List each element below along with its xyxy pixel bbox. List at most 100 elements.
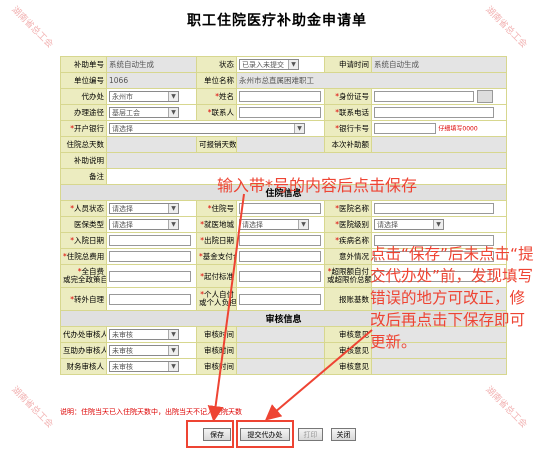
hospital-level-select[interactable]: 请选择 ▼ — [374, 219, 444, 230]
chevron-down-icon: ▼ — [294, 124, 304, 133]
label-discharge-date: *出院日期 — [196, 232, 237, 249]
total-days-value — [106, 136, 197, 153]
label-apply-time: 申请时间 — [324, 56, 372, 73]
id-card-button[interactable] — [477, 90, 493, 103]
audit-opinion-3-value — [371, 358, 507, 375]
annotation-save-hint: 输入带*号的内容后点击保存 — [217, 176, 418, 195]
print-button[interactable]: 打印 — [298, 428, 323, 441]
chevron-down-icon: ▼ — [288, 60, 298, 69]
label-finance-auditor: 财务审核人 — [60, 358, 107, 375]
unit-no-value: 1066 — [106, 72, 197, 89]
status-select[interactable]: 已录入未提交 ▼ — [239, 59, 299, 70]
label-channel: 办理途径 — [60, 104, 107, 121]
bank-select[interactable]: 请选择 ▼ — [109, 123, 305, 134]
label-bank-card: *银行卡号 — [324, 120, 372, 137]
label-audit-opinion-2: 审核意见 — [324, 342, 372, 359]
annotation-edit-hint: 点击“保存”后未点击“提交代办处”前，发现填写错误的地方可改正，修改后再点击下保… — [370, 245, 534, 351]
discharge-date-input[interactable] — [239, 235, 321, 246]
label-mutual-auditor: 互助办审核人 — [60, 342, 107, 359]
label-audit-time-3: 审核时间 — [196, 358, 237, 375]
label-over-limit: *超限额自付 或超限价总额 — [324, 264, 372, 288]
personal-pay-input[interactable] — [239, 293, 321, 305]
phone-input[interactable] — [374, 107, 494, 118]
label-id-card: *身份证号 — [324, 88, 372, 105]
label-accident: 意外情况 — [324, 248, 372, 265]
audit-time-2-value — [236, 342, 325, 359]
label-name: *姓名 — [196, 88, 237, 105]
label-personal-pay: *个人自付 或个人负担 — [196, 287, 237, 311]
label-status: 状态 — [196, 56, 237, 73]
label-self-pay: *全自费或完全政策自付 — [60, 264, 107, 288]
finance-auditor-select[interactable]: 未审核 ▼ — [109, 361, 179, 372]
reimbursable-days-value — [236, 136, 325, 153]
chevron-down-icon: ▼ — [168, 204, 178, 213]
subsidy-no-value: 系统自动生成 — [106, 56, 197, 73]
hospital-name-input[interactable] — [374, 203, 494, 214]
admit-date-input[interactable] — [109, 235, 191, 246]
label-reimbursable-days: 可报销天数 — [196, 136, 237, 153]
label-audit-opinion-3: 审核意见 — [324, 358, 372, 375]
hospital-no-input[interactable] — [239, 203, 321, 214]
mutual-auditor-select[interactable]: 未审核 ▼ — [109, 345, 179, 356]
label-agency: 代办处 — [60, 88, 107, 105]
bank-card-hint: 仔细填写0000 — [438, 125, 478, 133]
agency-select[interactable]: 永州市 ▼ — [109, 91, 179, 102]
chevron-down-icon: ▼ — [298, 220, 308, 229]
label-person-status: *人员状态 — [60, 200, 107, 217]
label-total-days: 住院总天数 — [60, 136, 107, 153]
label-remarks: 备注 — [60, 168, 107, 185]
channel-select[interactable]: 基层工会 ▼ — [109, 107, 179, 118]
submit-to-agency-button[interactable]: 提交代办处 — [240, 428, 290, 441]
contact-input[interactable] — [239, 107, 321, 118]
chevron-down-icon: ▼ — [168, 220, 178, 229]
chevron-down-icon: ▼ — [168, 108, 178, 117]
person-status-select[interactable]: 请选择 ▼ — [109, 203, 179, 214]
label-disease-name: *疾病名称 — [324, 232, 372, 249]
name-input[interactable] — [239, 91, 321, 102]
label-agency-auditor: 代办处审核人 — [60, 326, 107, 343]
transfer-self-input[interactable] — [109, 293, 191, 305]
medical-region-select[interactable]: 请选择 ▼ — [239, 219, 309, 230]
label-unit-no: 单位编号 — [60, 72, 107, 89]
label-insurance-type: 医保类型 — [60, 216, 107, 233]
chevron-down-icon: ▼ — [168, 330, 178, 339]
label-hospital-name: *医院名称 — [324, 200, 372, 217]
label-medical-region: *就医地城 — [196, 216, 237, 233]
label-unit-name: 单位名称 — [196, 72, 237, 89]
label-admit-date: *入院日期 — [60, 232, 107, 249]
label-subsidy-no: 补助单号 — [60, 56, 107, 73]
bank-card-input[interactable] — [374, 123, 436, 134]
apply-time-value: 系统自动生成 — [371, 56, 507, 73]
label-reimburse-base: 报账基数 — [324, 287, 372, 311]
fund-total-input[interactable] — [239, 251, 321, 262]
id-card-input[interactable] — [374, 91, 474, 102]
total-cost-input[interactable] — [109, 251, 191, 262]
audit-time-3-value — [236, 358, 325, 375]
chevron-down-icon: ▼ — [168, 346, 178, 355]
label-phone: *联系电话 — [324, 104, 372, 121]
label-subsidy-amount: 本次补助额 — [324, 136, 372, 153]
chevron-down-icon: ▼ — [433, 220, 443, 229]
chevron-down-icon: ▼ — [168, 362, 178, 371]
form-note: 说明：住院当天已入住院天数中，出院当天不记入住院天数 — [60, 408, 242, 416]
self-pay-input[interactable] — [109, 270, 191, 282]
label-hospital-no: *住院号 — [196, 200, 237, 217]
subsidy-desc-value — [106, 152, 507, 169]
watermark: 湖南省总工会 — [483, 384, 529, 431]
label-subsidy-desc: 补助说明 — [60, 152, 107, 169]
label-audit-time-2: 审核时间 — [196, 342, 237, 359]
close-button[interactable]: 关闭 — [331, 428, 356, 441]
label-bank: *开户银行 — [60, 120, 107, 137]
label-audit-opinion-1: 审核意见 — [324, 326, 372, 343]
save-button[interactable]: 保存 — [203, 428, 231, 441]
label-threshold: *起付标准 — [196, 264, 237, 288]
label-transfer-self: *转外自理 — [60, 287, 107, 311]
label-total-cost: *住院总费用 — [60, 248, 107, 265]
insurance-type-select[interactable]: 请选择 ▼ — [109, 219, 179, 230]
page-title: 职工住院医疗补助金申请单 — [187, 13, 367, 29]
label-contact: *联系人 — [196, 104, 237, 121]
chevron-down-icon: ▼ — [168, 92, 178, 101]
watermark: 湖南省总工会 — [9, 384, 55, 431]
agency-auditor-select[interactable]: 未审核 ▼ — [109, 329, 179, 340]
threshold-input[interactable] — [239, 270, 321, 282]
